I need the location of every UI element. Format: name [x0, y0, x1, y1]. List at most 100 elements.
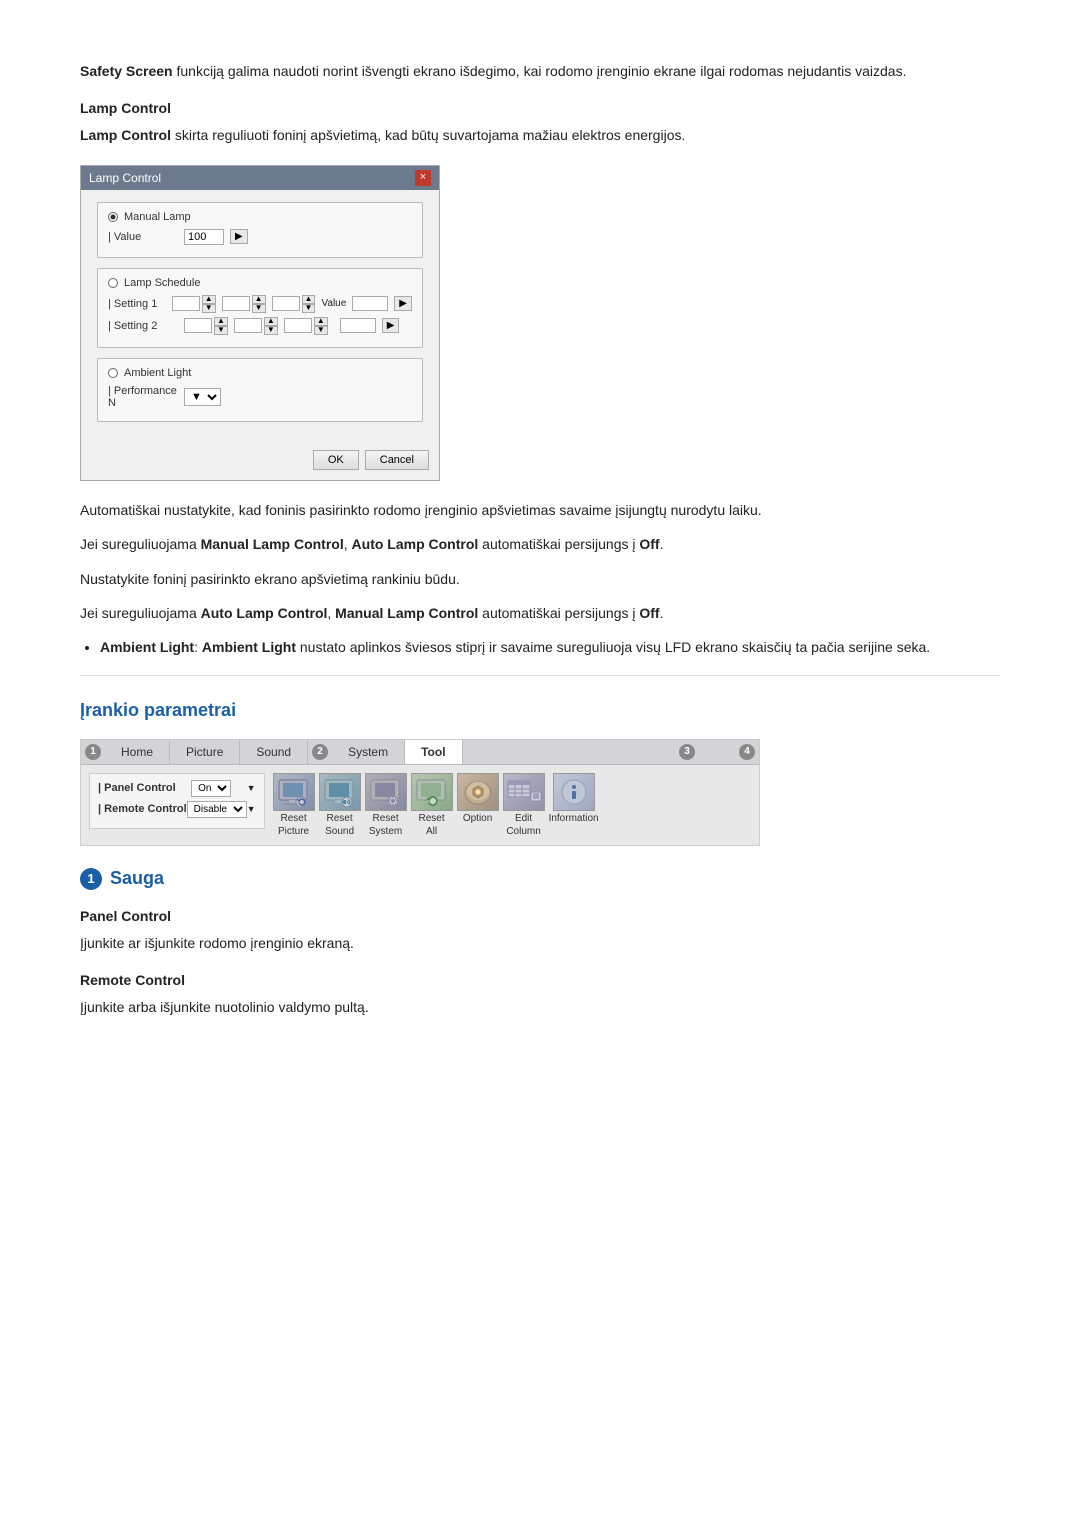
- tab-tool[interactable]: Tool: [405, 740, 462, 764]
- edit-column-btn[interactable]: Edit Column: [503, 773, 545, 837]
- performance-select[interactable]: ▼: [184, 388, 221, 406]
- setting1-min-down[interactable]: ▼: [252, 304, 266, 313]
- tool-tab-strip: 1 Home Picture Sound 2 System Tool 3 4: [81, 740, 759, 765]
- tab-picture[interactable]: Picture: [170, 740, 240, 764]
- dialog-body: Manual Lamp | Value ▶ Lamp Schedule | Se…: [81, 190, 439, 444]
- remote-control-select[interactable]: Disable: [187, 801, 247, 818]
- period1: .: [660, 536, 664, 552]
- ambient-light-bullet-text: nustato aplinkos šviesos stiprį ir savai…: [296, 639, 930, 655]
- manual-lamp-radio[interactable]: [108, 212, 118, 222]
- edit-column-icon: [503, 773, 545, 811]
- setting2-sec-down[interactable]: ▼: [314, 326, 328, 335]
- reset-picture-btn[interactable]: Reset Picture: [273, 773, 315, 837]
- setting1-value-input[interactable]: [352, 296, 388, 311]
- dialog-titlebar: Lamp Control ×: [81, 166, 439, 190]
- lamp-schedule-radio[interactable]: [108, 278, 118, 288]
- setting1-hour-input[interactable]: [172, 296, 200, 311]
- manual-lamp2-bold: Manual Lamp Control: [335, 605, 478, 621]
- option-btn[interactable]: Option: [457, 773, 499, 837]
- ambient-light-label: Ambient Light: [124, 367, 191, 379]
- reset-picture-label2: Picture: [278, 826, 309, 837]
- sauga-num: 1: [80, 868, 102, 890]
- setting2-value-input[interactable]: [340, 318, 376, 333]
- jei3-paragraph: Jei sureguliuojama Auto Lamp Control, Ma…: [80, 602, 1000, 624]
- jei1-end: automatiškai persijungs į: [478, 536, 639, 552]
- setting1-value-arrow[interactable]: ▶: [394, 296, 412, 311]
- auto-lamp2-bold: Auto Lamp Control: [201, 605, 328, 621]
- manual-lamp-control-bold: Manual Lamp Control: [201, 536, 344, 552]
- sauga-title-row: 1 Sauga: [80, 868, 1000, 890]
- reset-all-btn[interactable]: Reset All: [411, 773, 453, 837]
- tool-left-panel: | Panel Control On ▼ | Remote Control Di…: [89, 773, 265, 829]
- setting1-row: | Setting 1 ▲ ▼ ▲ ▼: [108, 295, 412, 313]
- ambient-light-bullet-list: Ambient Light: Ambient Light nustato apl…: [100, 636, 1000, 658]
- setting2-min-input[interactable]: [234, 318, 262, 333]
- jei3-end: automatiškai persijungs į: [478, 605, 639, 621]
- reset-sound-btn[interactable]: Reset Sound: [319, 773, 361, 837]
- option-label1: Option: [463, 813, 492, 824]
- lamp-dialog-container: Lamp Control × Manual Lamp | Value ▶: [80, 165, 1000, 481]
- reset-all-label1: Reset: [419, 813, 445, 824]
- section-divider: [80, 675, 1000, 676]
- panel-control-select[interactable]: On: [191, 780, 231, 797]
- value-arrow-btn[interactable]: ▶: [230, 229, 248, 244]
- tool-icons-area: Reset Picture: [273, 773, 599, 837]
- value-input[interactable]: [184, 229, 224, 245]
- setting1-min-input[interactable]: [222, 296, 250, 311]
- tab-num-3: 3: [679, 744, 695, 760]
- setting1-hour-btns: ▲ ▼: [202, 295, 216, 313]
- setting2-sec-input[interactable]: [284, 318, 312, 333]
- tab-sound[interactable]: Sound: [240, 740, 308, 764]
- tab-num-4: 4: [739, 744, 755, 760]
- setting1-sec-spin: ▲ ▼: [272, 295, 316, 313]
- performance-label: | Performance N: [108, 385, 178, 409]
- reset-picture-label1: Reset: [281, 813, 307, 824]
- ambient-light-radio[interactable]: [108, 368, 118, 378]
- tab-system[interactable]: System: [332, 740, 405, 764]
- edit-column-label2: Column: [506, 826, 540, 837]
- setting1-sec-down[interactable]: ▼: [302, 304, 316, 313]
- ambient-light-bullet-item: Ambient Light: Ambient Light nustato apl…: [100, 636, 1000, 658]
- setting2-value-arrow[interactable]: ▶: [382, 318, 400, 333]
- dialog-footer: OK Cancel: [81, 444, 439, 480]
- information-btn[interactable]: Information: [549, 773, 599, 837]
- lamp-dialog: Lamp Control × Manual Lamp | Value ▶: [80, 165, 440, 481]
- lamp-schedule-title: Lamp Schedule: [108, 277, 412, 289]
- manual-lamp-section: Manual Lamp | Value ▶: [97, 202, 423, 258]
- setting1-min-btns: ▲ ▼: [252, 295, 266, 313]
- ambient-light-title: Ambient Light: [108, 367, 412, 379]
- setting2-min-spin: ▲ ▼: [234, 317, 278, 335]
- setting2-hour-input[interactable]: [184, 318, 212, 333]
- lamp-control-desc-paragraph: Lamp Control skirta reguliuoti foninį ap…: [80, 124, 1000, 146]
- setting2-sec-btns: ▲ ▼: [314, 317, 328, 335]
- tool-section-title-container: Įrankio parametrai: [80, 700, 1000, 721]
- setting1-sec-input[interactable]: [272, 296, 300, 311]
- setting2-sec-spin: ▲ ▼: [284, 317, 328, 335]
- tab-home[interactable]: Home: [105, 740, 170, 764]
- reset-sound-label2: Sound: [325, 826, 354, 837]
- value-label: | Value: [108, 231, 178, 243]
- setting2-min-down[interactable]: ▼: [264, 326, 278, 335]
- performance-row: | Performance N ▼: [108, 385, 412, 409]
- cancel-button[interactable]: Cancel: [365, 450, 429, 470]
- jei3-mid: ,: [327, 605, 335, 621]
- reset-system-btn[interactable]: Reset System: [365, 773, 407, 837]
- lamp-control-desc-text: skirta reguliuoti foninį apšvietimą, kad…: [171, 127, 685, 143]
- setting2-label: | Setting 2: [108, 320, 178, 332]
- panel-control-label: | Panel Control: [98, 782, 176, 794]
- reset-system-label1: Reset: [373, 813, 399, 824]
- off-bold: Off: [639, 536, 659, 552]
- panel-control-row: | Panel Control On ▼: [98, 780, 256, 797]
- setting1-hour-down[interactable]: ▼: [202, 304, 216, 313]
- reset-all-svg: [413, 777, 451, 807]
- lamp-schedule-label: Lamp Schedule: [124, 277, 200, 289]
- tab-num-1: 1: [85, 744, 101, 760]
- edit-column-label1: Edit: [515, 813, 532, 824]
- reset-all-label2: All: [426, 826, 437, 837]
- jei3-text: Jei sureguliuojama: [80, 605, 201, 621]
- setting2-hour-down[interactable]: ▼: [214, 326, 228, 335]
- tab-num-2: 2: [312, 744, 328, 760]
- dialog-close-button[interactable]: ×: [415, 170, 431, 186]
- information-label1: Information: [549, 813, 599, 824]
- ok-button[interactable]: OK: [313, 450, 359, 470]
